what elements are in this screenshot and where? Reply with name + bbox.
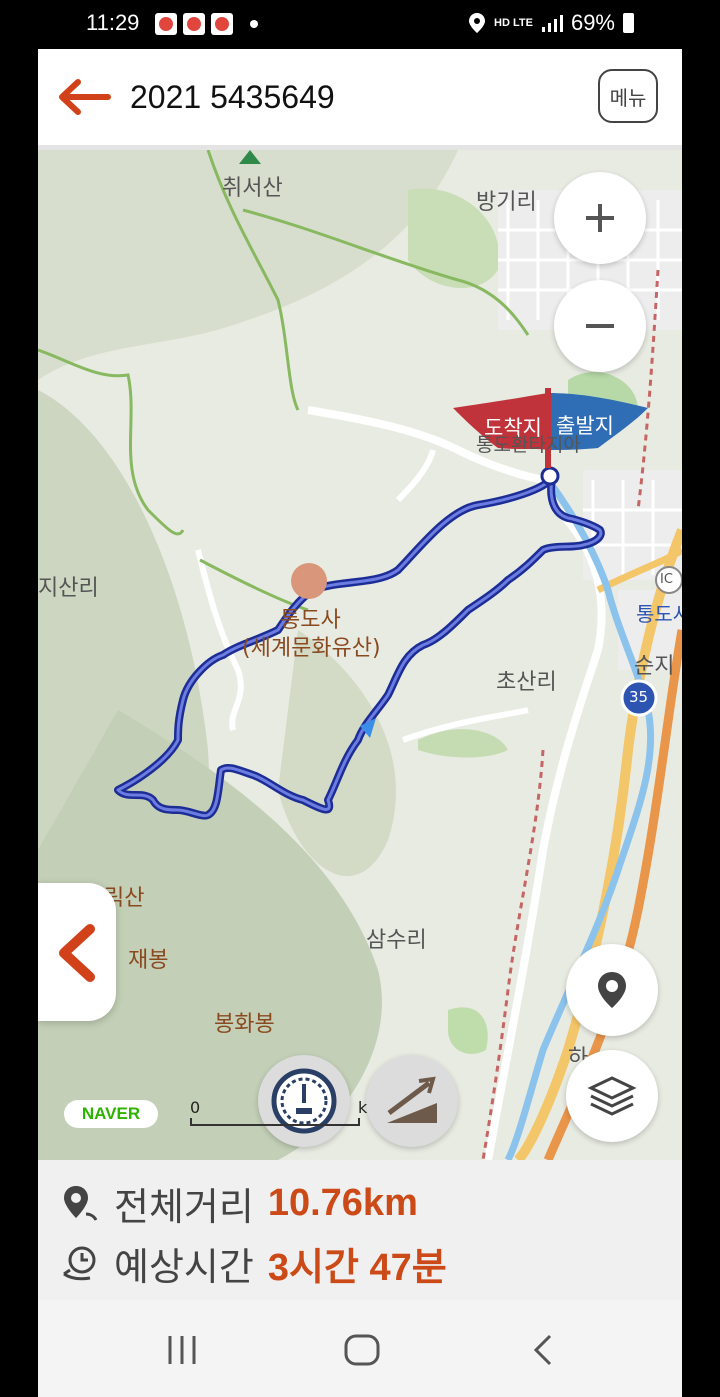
chevron-left-icon — [59, 924, 95, 982]
time-row: 예상시간 3시간 47분 — [60, 1236, 447, 1291]
zoom-in-button[interactable] — [554, 172, 646, 264]
side-panel-toggle[interactable] — [38, 883, 116, 1021]
page-title: 2021 5435649 — [130, 79, 335, 115]
app-notification-icon — [211, 13, 233, 35]
back-arrow-icon[interactable] — [54, 77, 112, 117]
status-time: 11:29 — [86, 10, 140, 35]
route-35-label: 35 — [629, 688, 649, 706]
time-value: 3시간 47분 — [267, 1247, 447, 1289]
map-label-samsu: 삼수리 — [366, 928, 427, 953]
naver-logo: NAVER — [64, 1100, 158, 1128]
elevation-button[interactable] — [366, 1055, 458, 1147]
recent-apps-icon[interactable] — [162, 1330, 202, 1370]
minus-icon — [586, 324, 614, 328]
back-icon[interactable] — [524, 1330, 564, 1370]
map-label-bonghwa: 봉화봉 — [214, 1012, 275, 1037]
header: 2021 5435649 메뉴 — [38, 49, 682, 150]
time-label: 예상시간 — [114, 1245, 254, 1289]
menu-button[interactable]: 메뉴 — [598, 69, 658, 123]
map-label-ic: IC — [660, 572, 673, 587]
battery-icon — [623, 13, 634, 33]
map-scale-bar: 0 k — [190, 1098, 367, 1126]
route-info-panel: 전체거리 10.76km 예상시간 3시간 47분 — [38, 1160, 682, 1300]
location-icon — [469, 13, 486, 33]
zoom-out-button[interactable] — [554, 280, 646, 372]
scale-unit: k — [358, 1098, 368, 1117]
map-label-tongdo-fantasia: 통도환타지아 — [476, 434, 581, 456]
app-notification-icon — [155, 13, 177, 35]
status-bar: 11:29 HD LTE 69% — [0, 0, 720, 48]
scale-zero: 0 — [190, 1098, 201, 1117]
battery-percent: 69% — [570, 10, 615, 35]
map-label-peak: 취서산 — [222, 176, 283, 201]
speed-gauge-button[interactable] — [258, 1055, 350, 1147]
network-type: HD LTE — [494, 16, 533, 29]
app-notification-icon — [183, 13, 205, 35]
map-label-banggi: 방기리 — [476, 190, 537, 215]
map-view[interactable]: 도착지 출발지 취서산 방기리 지산리 통도사 (세계문화유산) 초산리 삼수리… — [38, 150, 682, 1160]
system-nav-bar — [38, 1300, 682, 1397]
distance-row: 전체거리 10.76km — [60, 1176, 418, 1231]
app-window: 2021 5435649 메뉴 도착지 출발지 취서산 방기리 지산리 통도사 … — [38, 49, 682, 1397]
map-label-peak-jae: 재봉 — [128, 948, 169, 973]
map-layers-button[interactable] — [566, 1050, 658, 1142]
clock-icon — [63, 1246, 96, 1280]
layers-icon — [587, 1076, 637, 1116]
plus-icon — [586, 204, 614, 232]
map-pin-icon — [598, 972, 626, 1008]
distance-pin-icon — [64, 1185, 98, 1221]
elevation-slope-icon — [387, 1076, 437, 1123]
more-notifications-dot — [250, 20, 258, 28]
map-label-jisan: 지산리 — [38, 576, 99, 601]
my-location-button[interactable] — [566, 944, 658, 1036]
map-label-temple-sub: (세계문화유산) — [242, 636, 381, 661]
home-icon[interactable] — [342, 1330, 382, 1370]
signal-icon — [541, 15, 563, 32]
distance-value: 10.76km — [267, 1182, 418, 1224]
notification-icons — [155, 13, 233, 35]
map-label-tongdo-right: 통도사 — [636, 602, 682, 626]
map-label-sunji: 순지 — [634, 654, 675, 679]
map-label-chosan: 초산리 — [496, 670, 557, 695]
status-indicators: HD LTE 69% — [468, 10, 634, 36]
distance-label: 전체거리 — [114, 1185, 254, 1229]
